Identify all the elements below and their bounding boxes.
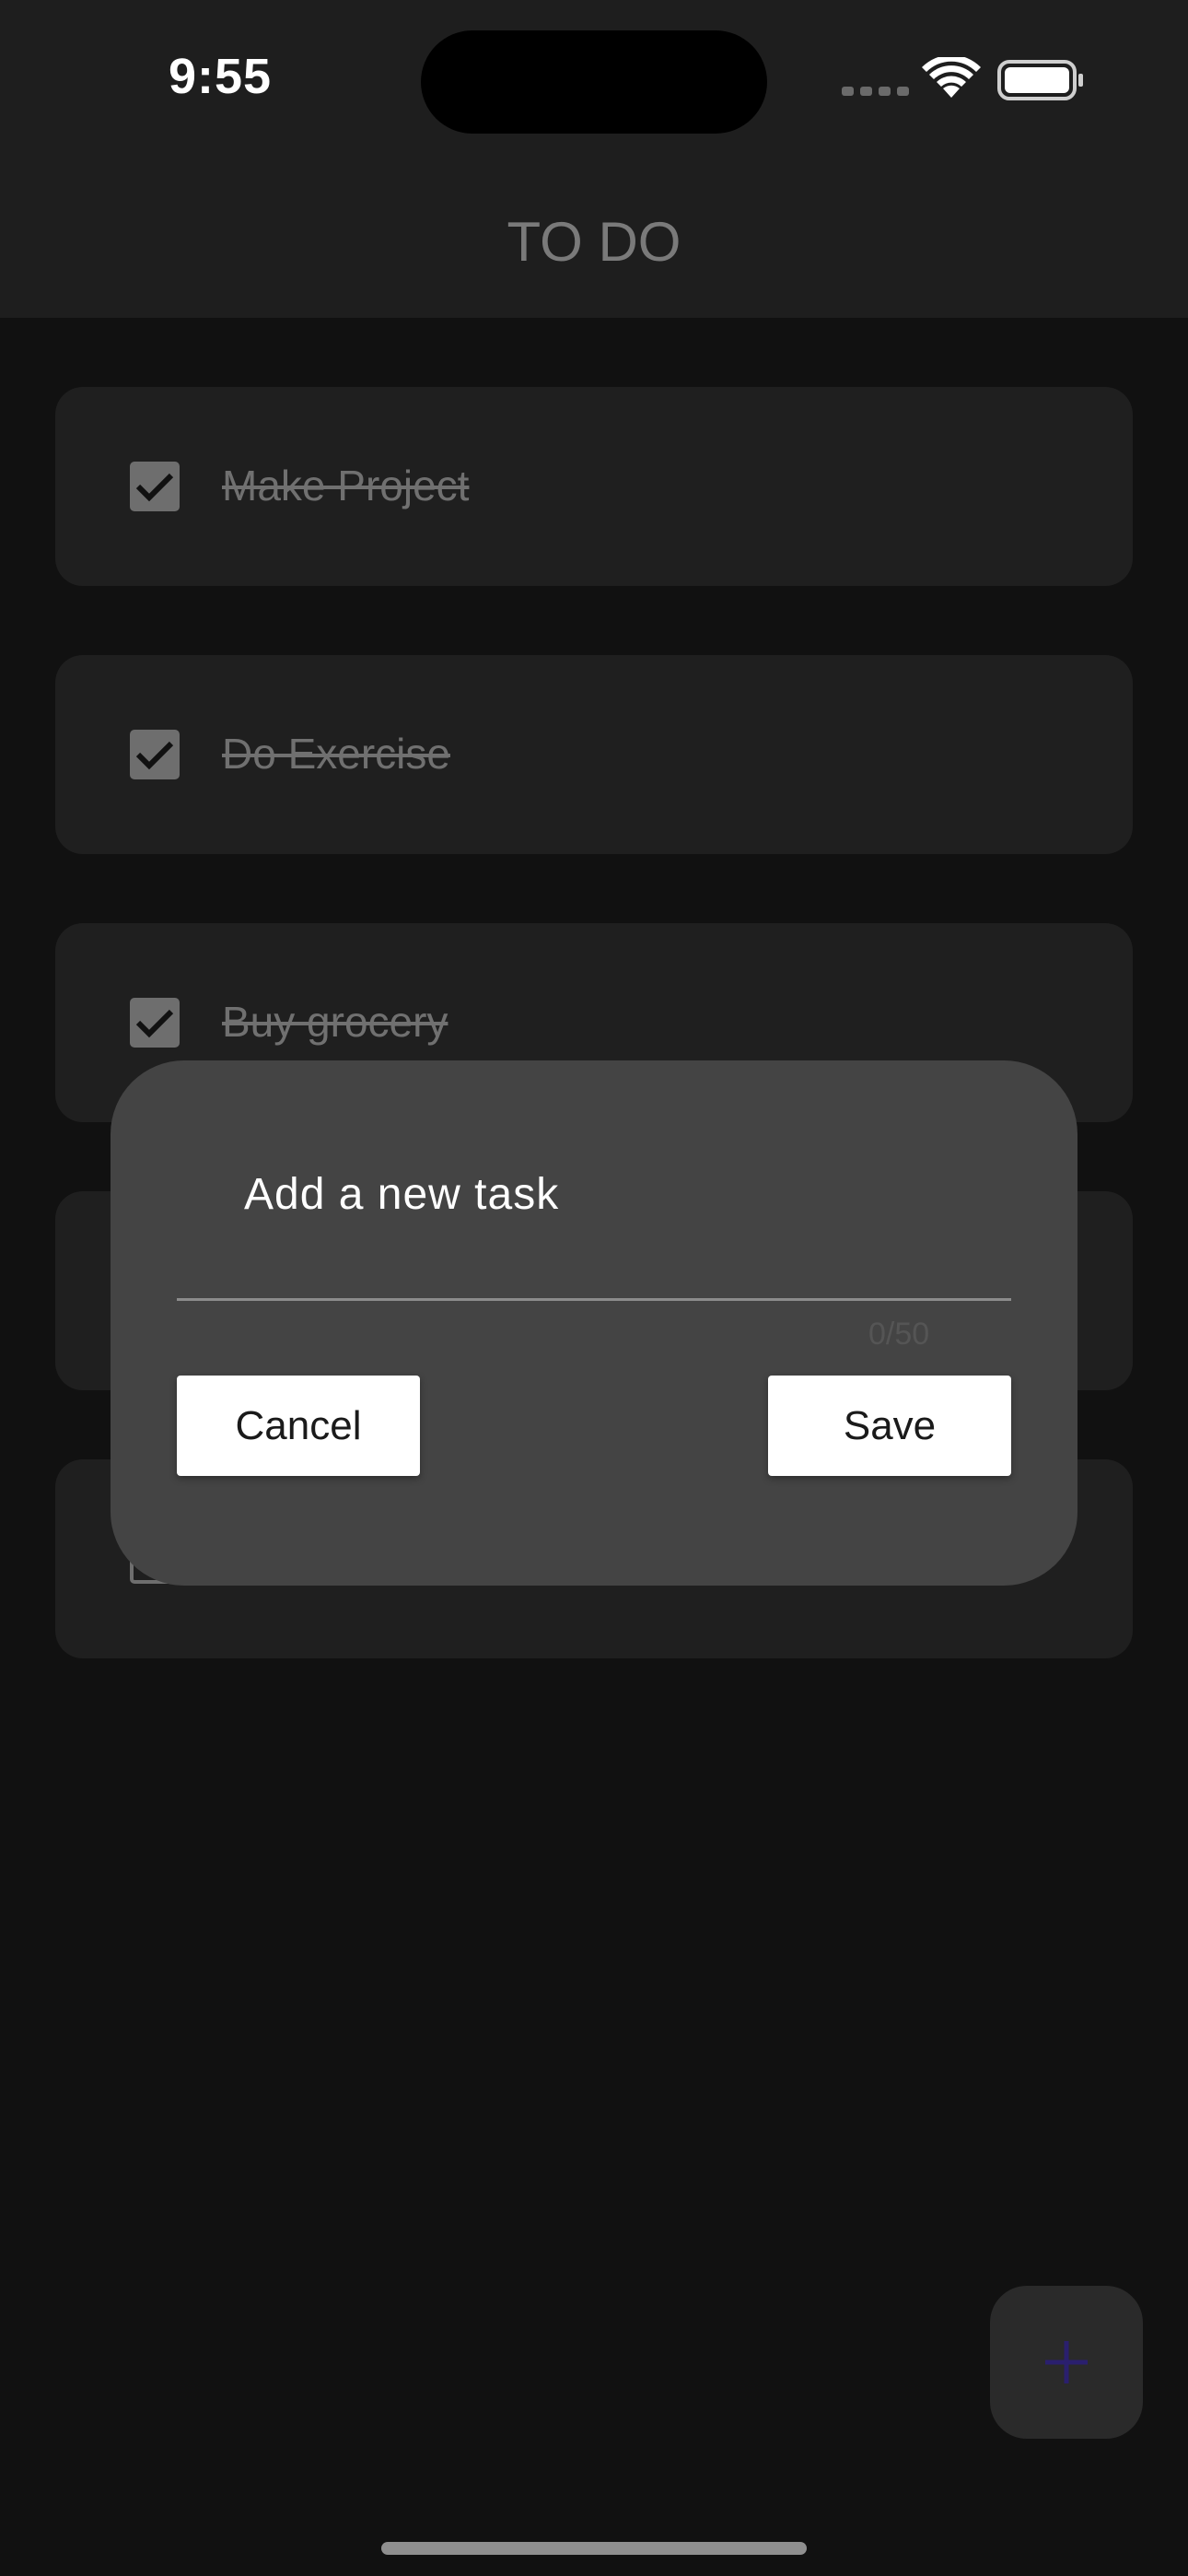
app-bar: TO DO [0,157,1188,318]
task-label: Make Project [222,462,470,509]
status-bar: 9:55 [0,0,1188,157]
save-button[interactable]: Save [768,1376,1011,1476]
checkmark-icon [135,741,174,770]
cancel-button[interactable]: Cancel [177,1376,420,1476]
home-indicator [381,2542,807,2555]
plus-icon [1045,2341,1088,2383]
page-title: TO DO [507,211,681,273]
status-time: 9:55 [169,49,273,104]
dynamic-island [421,30,767,134]
task-input[interactable]: Add a new task [177,1143,1011,1254]
cellular-signal-icon [842,87,909,96]
task-label: Do Exercise [222,730,450,778]
checkmark-icon [135,473,174,502]
task-checkbox[interactable] [130,998,180,1048]
task-label: Buy grocery [222,998,448,1046]
task-card[interactable]: Do Exercise [55,655,1133,854]
task-checkbox[interactable] [130,730,180,779]
task-checkbox[interactable] [130,462,180,511]
character-counter: 0/50 [868,1317,930,1352]
battery-icon [997,60,1083,100]
wifi-icon [922,57,981,98]
add-task-fab[interactable] [990,2286,1143,2439]
task-input-text: Add a new task [244,1170,560,1219]
input-underline [177,1298,1011,1301]
add-task-dialog: Add a new task 0/50 Cancel Save [111,1060,1077,1586]
task-card[interactable]: Make Project [55,387,1133,586]
checkmark-icon [135,1009,174,1038]
